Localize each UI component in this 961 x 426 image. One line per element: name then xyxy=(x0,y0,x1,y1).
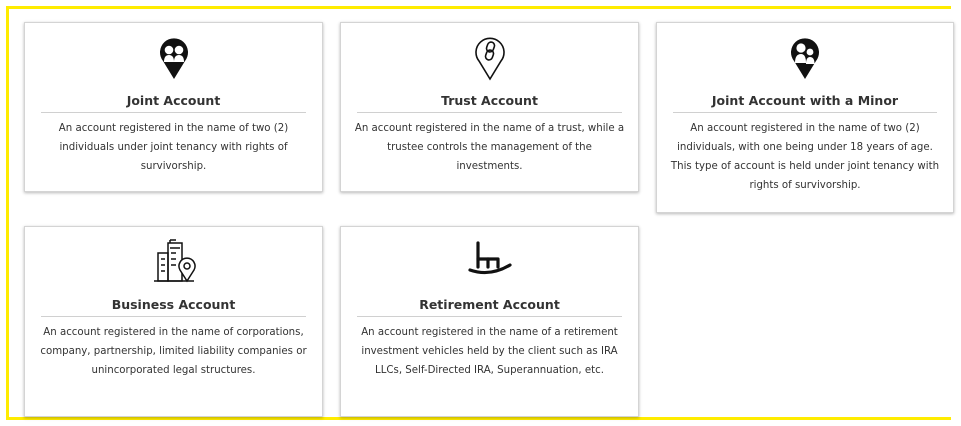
business-account-description: An account registered in the name of cor… xyxy=(40,327,307,376)
retirement-account-card[interactable]: Retirement Account An account registered… xyxy=(340,226,639,417)
joint-minor-account-description: An account registered in the name of two… xyxy=(670,123,940,191)
buildings-location-icon xyxy=(153,239,196,283)
joint-account-description: An account registered in the name of two… xyxy=(58,123,289,172)
joint-minor-account-card[interactable]: Joint Account with a Minor An account re… xyxy=(656,22,954,213)
business-account-card[interactable]: Business Account An account registered i… xyxy=(24,226,323,417)
joint-account-title: Joint Account xyxy=(41,93,306,113)
retirement-account-description: An account registered in the name of a r… xyxy=(361,327,618,376)
business-account-title: Business Account xyxy=(41,297,306,317)
chain-link-pin-icon xyxy=(474,37,505,81)
retirement-account-title: Retirement Account xyxy=(357,297,622,317)
joint-account-card[interactable]: Joint Account An account registered in t… xyxy=(24,22,323,192)
joint-people-pin-icon xyxy=(159,38,188,79)
trust-account-card[interactable]: Trust Account An account registered in t… xyxy=(340,22,639,192)
rocking-chair-icon xyxy=(467,241,512,275)
parent-child-pin-icon xyxy=(791,38,819,79)
trust-account-title: Trust Account xyxy=(357,93,622,113)
joint-minor-account-title: Joint Account with a Minor xyxy=(673,93,937,113)
trust-account-description: An account registered in the name of a t… xyxy=(354,123,625,172)
